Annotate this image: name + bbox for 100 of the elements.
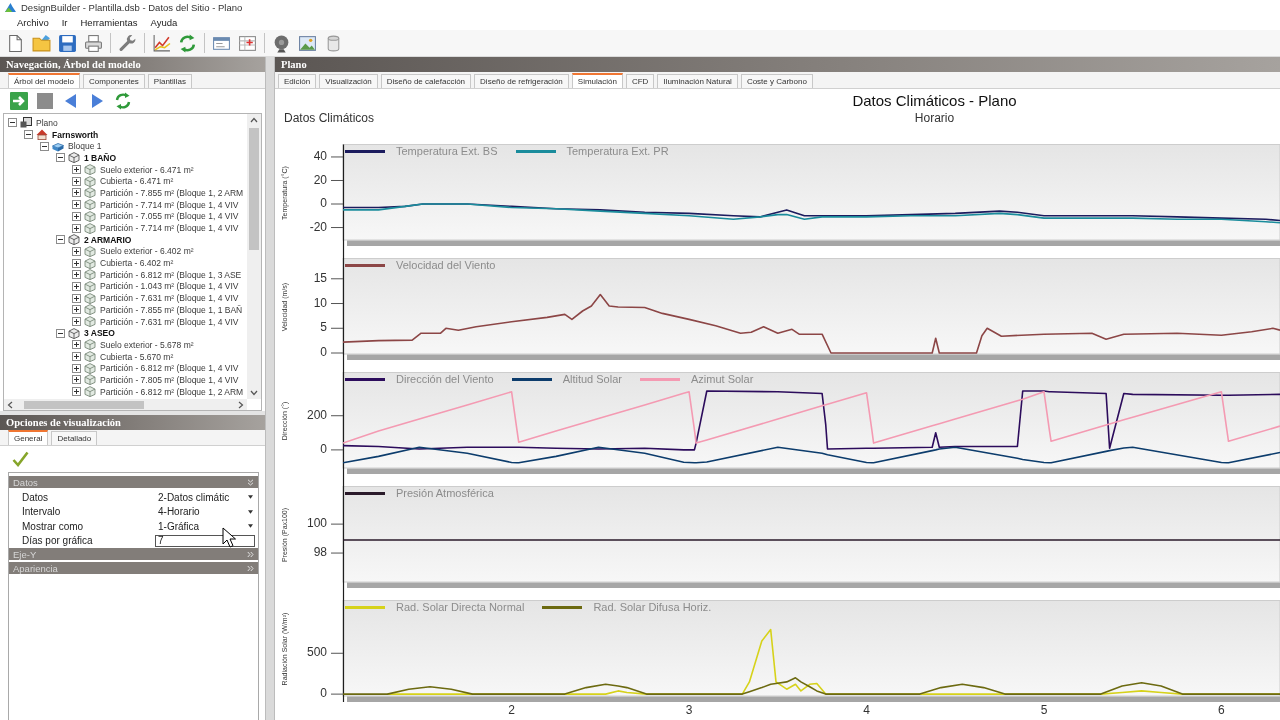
tab[interactable]: Plantillas — [147, 74, 192, 88]
dropdown[interactable]: 1-Gráfica — [158, 520, 253, 532]
expand-icon[interactable] — [72, 211, 81, 221]
new-document-icon[interactable] — [6, 33, 25, 53]
expand-icon[interactable] — [72, 223, 81, 233]
tab[interactable]: Detallado — [51, 431, 98, 445]
caret-icon — [248, 509, 253, 514]
expand-icon[interactable] — [72, 352, 81, 362]
expand-icon[interactable] — [72, 258, 81, 268]
collapse-icon[interactable] — [56, 235, 65, 245]
tree-item[interactable]: Partición - 6.812 m² (Bloque 1, 2 ARM — [100, 386, 244, 397]
dropdown[interactable]: 4-Horario — [158, 506, 253, 518]
tree-item[interactable]: Cubierta - 5.670 m² — [100, 351, 174, 362]
input-field[interactable]: 7 — [155, 534, 255, 547]
tree-item[interactable]: Partición - 7.714 m² (Bloque 1, 4 VIV — [100, 223, 239, 234]
tree-item[interactable]: Cubierta - 6.471 m² — [100, 176, 174, 187]
tab[interactable]: Visualización — [319, 74, 378, 88]
tree-item[interactable]: Partición - 1.043 m² (Bloque 1, 4 VIV — [100, 281, 239, 292]
expand-icon[interactable] — [72, 200, 81, 210]
refresh-icon[interactable] — [114, 92, 132, 110]
tab[interactable]: Diseño de calefacción — [380, 74, 472, 88]
arrow-right-icon[interactable] — [10, 92, 28, 110]
horizontal-scrollbar[interactable] — [4, 399, 247, 410]
collapse-icon[interactable] — [24, 130, 33, 140]
tree-item[interactable]: 3 ASEO — [84, 328, 115, 339]
checkmark-icon[interactable] — [12, 451, 29, 467]
tree-item[interactable]: Partición - 7.631 m² (Bloque 1, 4 VIV — [100, 316, 239, 327]
tab[interactable]: Diseño de refrigeración — [474, 74, 569, 88]
dropdown[interactable]: 2-Datos climátic — [158, 491, 253, 503]
menu-item[interactable]: Ayuda — [150, 17, 178, 28]
tree-item[interactable]: Plano — [36, 117, 58, 128]
expand-icon[interactable] — [72, 176, 81, 186]
wrench-icon[interactable] — [118, 33, 137, 53]
expand-icon[interactable] — [72, 281, 81, 291]
chevron-down-icon[interactable] — [250, 390, 258, 396]
vertical-scrollbar[interactable] — [247, 114, 261, 399]
tree-item[interactable]: Farnsworth — [52, 129, 99, 140]
tree-item[interactable]: Partición - 7.855 m² (Bloque 1, 2 ARM — [100, 187, 244, 198]
report-subtitle: Horario — [914, 111, 955, 125]
tree-item[interactable]: Partición - 7.714 m² (Bloque 1, 4 VIV — [100, 199, 239, 210]
tab[interactable]: Simulación — [571, 73, 623, 88]
cube-icon — [84, 257, 96, 269]
menu-item[interactable]: Herramientas — [80, 17, 138, 28]
image-icon[interactable] — [298, 33, 317, 53]
tree-item[interactable]: Partición - 7.805 m² (Bloque 1, 4 VIV — [100, 374, 239, 385]
tick-marks — [330, 523, 344, 554]
cube-icon — [84, 222, 96, 234]
tab[interactable]: Componentes — [83, 74, 145, 88]
expand-icon[interactable] — [72, 188, 81, 198]
printer-icon[interactable] — [84, 33, 103, 53]
tab[interactable]: CFD — [625, 74, 655, 88]
tab[interactable]: Iluminación Natural — [657, 74, 738, 88]
expand-icon[interactable] — [72, 270, 81, 280]
tree-item[interactable]: Partición - 6.812 m² (Bloque 1, 4 VIV — [100, 363, 239, 374]
sphere-icon[interactable] — [272, 33, 291, 53]
collapse-icon[interactable] — [40, 141, 49, 151]
refresh-icon[interactable] — [178, 33, 197, 53]
tree-item[interactable]: Partición - 6.812 m² (Bloque 1, 3 ASE — [100, 269, 242, 280]
tree-item[interactable]: Suelo exterior - 5.678 m² — [100, 339, 194, 350]
save-icon[interactable] — [58, 33, 77, 53]
tree-item[interactable]: Partición - 7.855 m² (Bloque 1, 1 BAÑ — [100, 304, 243, 315]
collapse-icon[interactable] — [8, 118, 17, 128]
expand-icon[interactable] — [72, 165, 81, 175]
tree-item[interactable]: Suelo exterior - 6.402 m² — [100, 246, 194, 257]
chevron-left-icon[interactable] — [7, 400, 13, 409]
tree-item[interactable]: Partición - 7.055 m² (Bloque 1, 4 VIV — [100, 211, 239, 222]
folder-icon[interactable] — [32, 33, 51, 53]
table-plus-icon[interactable] — [238, 33, 257, 53]
expand-icon[interactable] — [72, 293, 81, 303]
cube-icon — [84, 351, 96, 363]
expand-icon[interactable] — [72, 363, 81, 373]
legend-label: Rad. Solar Difusa Horiz. — [593, 601, 712, 613]
square-icon[interactable] — [36, 92, 54, 110]
tab[interactable]: Edición — [278, 74, 317, 88]
cube-icon — [84, 245, 96, 257]
scrollbar-thumb[interactable] — [24, 400, 144, 409]
collapse-icon[interactable] — [56, 153, 65, 163]
tree-item[interactable]: Suelo exterior - 6.471 m² — [100, 164, 194, 175]
expand-icon[interactable] — [72, 246, 81, 256]
tree-item[interactable]: Cubierta - 6.402 m² — [100, 258, 174, 269]
expand-icon[interactable] — [72, 340, 81, 350]
chart-icon[interactable] — [152, 33, 171, 53]
tree-item[interactable]: Partición - 7.631 m² (Bloque 1, 4 VIV — [100, 293, 239, 304]
tab[interactable]: Coste y Carbono — [740, 74, 813, 88]
chevron-up-icon[interactable] — [250, 117, 258, 123]
tree-item[interactable]: 2 ARMARIO — [84, 234, 132, 245]
expand-icon[interactable] — [72, 305, 81, 315]
tree-item[interactable]: 1 BAÑO — [84, 152, 117, 163]
expand-icon[interactable] — [72, 317, 81, 327]
collapse-icon[interactable] — [56, 328, 65, 338]
menu-item[interactable]: Ir — [61, 17, 68, 28]
scrollbar-thumb[interactable] — [249, 128, 259, 250]
tree-item[interactable]: Bloque 1 — [68, 141, 102, 152]
app-logo-icon — [4, 2, 17, 13]
tab[interactable]: General — [8, 430, 49, 445]
expand-icon[interactable] — [72, 375, 81, 385]
tab[interactable]: Árbol del modelo — [8, 73, 81, 88]
chevron-right-icon[interactable] — [238, 400, 244, 409]
expand-icon[interactable] — [72, 387, 81, 397]
menu-item[interactable]: Archivo — [17, 17, 49, 28]
